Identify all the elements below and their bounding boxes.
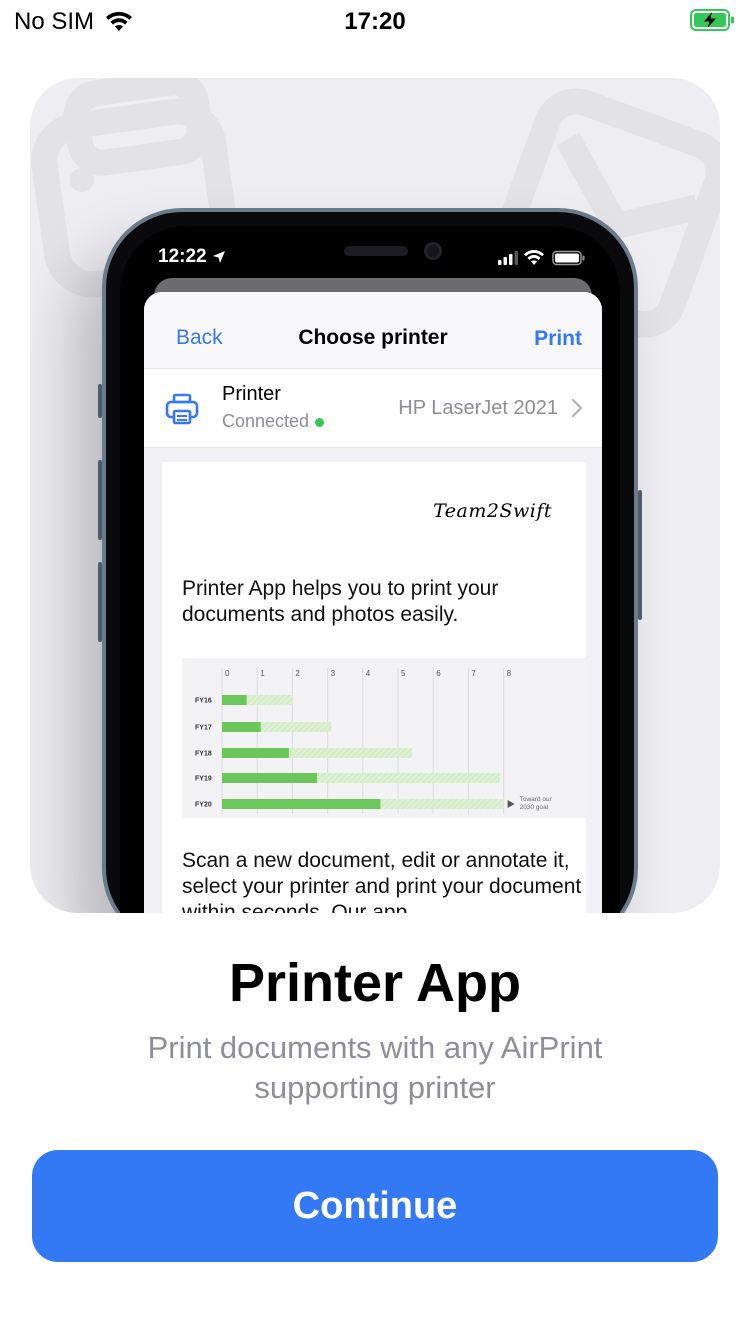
phone-time-text: 12:22 <box>158 246 207 267</box>
chart-category-label: FY20 <box>195 802 212 809</box>
battery-charging-icon <box>690 9 734 31</box>
printer-status-text: Connected <box>222 411 310 431</box>
phone-speaker <box>344 246 408 256</box>
chart-x-tick: 6 <box>436 669 441 678</box>
chart-x-tick: 7 <box>471 669 476 678</box>
chart-x-tick: 1 <box>260 669 265 678</box>
phone-side-button <box>98 460 102 540</box>
battery-icon <box>552 250 585 266</box>
phone-screen: 12:22 Back Choose printer Print Printer … <box>120 226 620 913</box>
status-bar: No SIM 17:20 <box>0 0 750 42</box>
chart-arrow-icon <box>507 800 515 808</box>
phone-side-button <box>98 384 102 418</box>
phone-mockup: 12:22 Back Choose printer Print Printer … <box>98 208 642 913</box>
document-paragraph: Printer App helps you to print your docu… <box>182 577 499 626</box>
phone-status-icons <box>498 250 585 266</box>
status-time: 17:20 <box>344 8 406 35</box>
chart-category-label: FY17 <box>195 725 212 732</box>
phone-side-button <box>98 562 102 642</box>
app-title: Printer App <box>228 953 522 1013</box>
printer-status: Connected <box>222 411 325 432</box>
brand-logo: Team2Swift <box>433 500 552 522</box>
connected-dot <box>315 417 325 427</box>
choose-printer-sheet: Back Choose printer Print Printer Connec… <box>144 292 602 913</box>
chart-x-tick: 0 <box>225 669 230 678</box>
printer-row: Printer Connected HP LaserJet 2021 <box>144 368 602 448</box>
chevron-right-icon <box>571 398 583 418</box>
chart-x-tick: 2 <box>295 669 300 678</box>
chart-x-tick: 5 <box>401 669 406 678</box>
chart-x-tick: 3 <box>331 669 336 678</box>
chart-annotation: Toward our 2030 goal <box>520 796 553 811</box>
chart-x-tick: 4 <box>366 669 371 678</box>
chart-bar-actual <box>222 748 289 758</box>
phone-time: 12:22 <box>158 246 226 268</box>
selected-printer: HP LaserJet 2021 <box>398 397 558 419</box>
signal-icon <box>498 251 518 265</box>
app-subtitle: Print documents with any AirPrint suppor… <box>147 1030 603 1105</box>
chart-bar-actual <box>222 799 381 809</box>
printer-label: Printer <box>222 383 281 405</box>
chart-bar-actual <box>222 695 247 705</box>
phone-side-button <box>638 490 642 620</box>
location-arrow-icon <box>212 250 225 263</box>
chart-bar-actual <box>222 773 318 783</box>
chart-x-tick: 8 <box>507 669 512 678</box>
phone-camera <box>424 242 442 260</box>
chart-category-label: FY19 <box>195 776 212 783</box>
bar-chart: 0 1 2 3 4 5 6 7 8 FY16 FY17 FY18 FY19 FY20 Toward our 2… <box>182 658 586 818</box>
hero-illustration: 12:22 Back Choose printer Print Printer … <box>30 78 720 913</box>
document-preview: Team2Swift Printer App helps you to prin… <box>162 462 586 913</box>
chart-bar-actual <box>222 722 261 732</box>
continue-button[interactable]: Continue <box>32 1150 718 1262</box>
chart-category-label: FY16 <box>195 698 212 705</box>
printer-icon <box>165 393 199 425</box>
print-button: Print <box>534 327 582 350</box>
document-paragraph: Scan a new document, edit or annotate it… <box>182 849 582 913</box>
wifi-icon <box>524 250 544 265</box>
chart-category-label: FY18 <box>195 751 212 758</box>
